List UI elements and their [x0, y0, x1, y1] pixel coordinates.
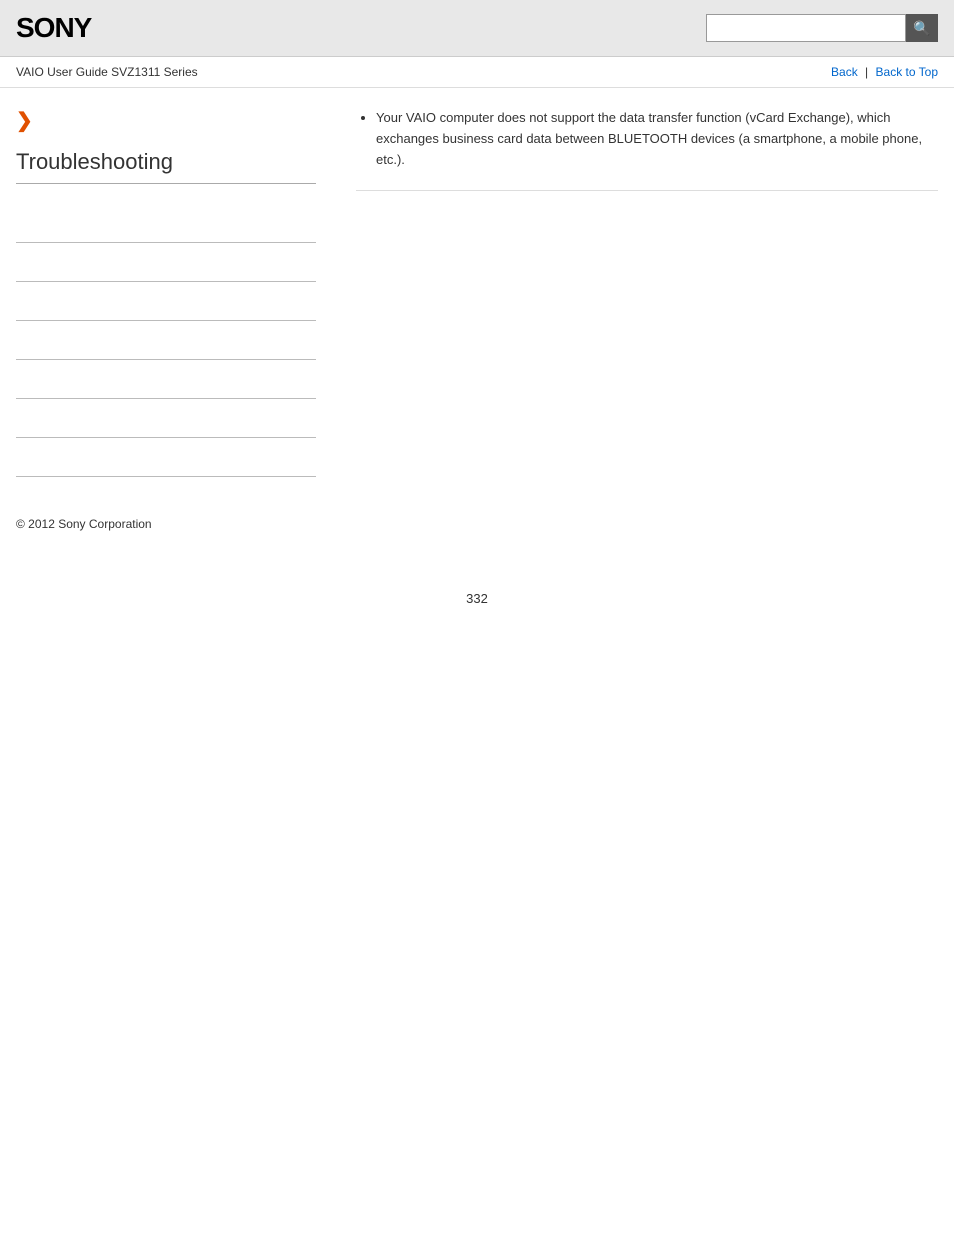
- chevron-right-icon: ❯: [16, 108, 316, 133]
- sidebar-link-6[interactable]: [16, 411, 316, 425]
- sidebar-link-7[interactable]: [16, 450, 316, 464]
- list-item: [16, 438, 316, 477]
- back-to-top-link[interactable]: Back to Top: [876, 65, 938, 79]
- footer: © 2012 Sony Corporation: [0, 497, 954, 551]
- sidebar-link-list: [16, 204, 316, 477]
- list-item: [16, 360, 316, 399]
- search-icon: 🔍: [913, 20, 930, 37]
- content-list: Your VAIO computer does not support the …: [356, 108, 938, 170]
- sidebar-link-2[interactable]: [16, 255, 316, 269]
- back-link[interactable]: Back: [831, 65, 858, 79]
- list-item: Your VAIO computer does not support the …: [376, 108, 938, 170]
- copyright-text: © 2012 Sony Corporation: [16, 517, 152, 531]
- list-item: [16, 282, 316, 321]
- list-item: [16, 321, 316, 360]
- sidebar: ❯ Troubleshooting: [16, 108, 336, 477]
- content-area: ❯ Troubleshooting: [0, 88, 954, 497]
- sony-logo: SONY: [16, 12, 91, 44]
- sidebar-link-1[interactable]: [16, 216, 316, 230]
- section-title: Troubleshooting: [16, 149, 316, 184]
- sidebar-link-5[interactable]: [16, 372, 316, 386]
- list-item: [16, 204, 316, 243]
- content-text-1: Your VAIO computer does not support the …: [376, 110, 922, 167]
- page-number: 332: [0, 591, 954, 626]
- list-item: [16, 399, 316, 438]
- nav-bar: VAIO User Guide SVZ1311 Series Back | Ba…: [0, 57, 954, 88]
- search-button[interactable]: 🔍: [906, 14, 938, 42]
- nav-links: Back | Back to Top: [831, 65, 938, 79]
- sidebar-link-4[interactable]: [16, 333, 316, 347]
- content-separator: [356, 190, 938, 191]
- sidebar-link-3[interactable]: [16, 294, 316, 308]
- list-item: [16, 243, 316, 282]
- nav-separator: |: [865, 65, 868, 79]
- search-area: 🔍: [706, 14, 938, 42]
- main-content: Your VAIO computer does not support the …: [336, 108, 938, 477]
- header: SONY 🔍: [0, 0, 954, 57]
- search-input[interactable]: [706, 14, 906, 42]
- breadcrumb: VAIO User Guide SVZ1311 Series: [16, 65, 198, 79]
